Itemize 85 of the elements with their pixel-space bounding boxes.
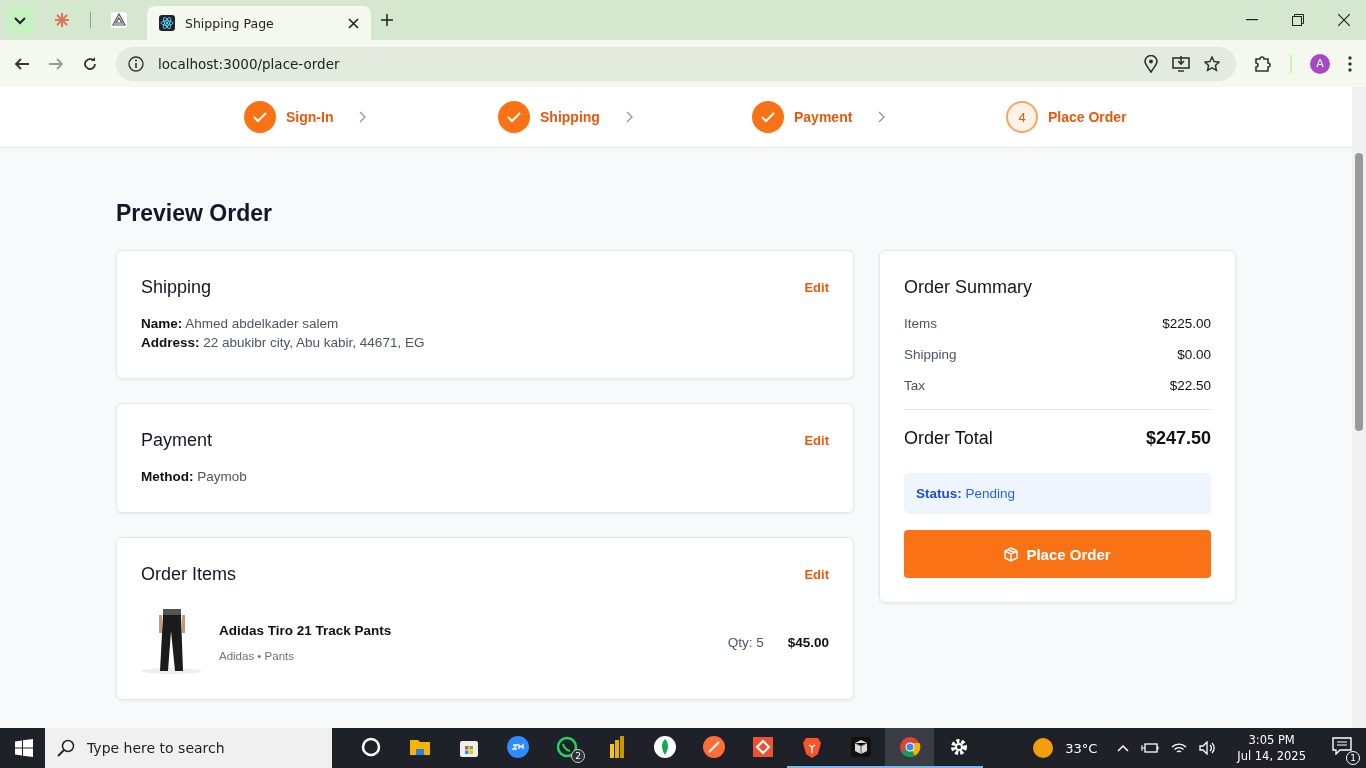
check-icon (761, 111, 775, 123)
chevron-right-icon (359, 111, 368, 123)
new-tab-icon[interactable] (381, 14, 393, 26)
page-title: Preview Order (116, 200, 273, 227)
taskbar-app[interactable] (885, 728, 934, 768)
browser-tab[interactable]: Shipping Page (147, 6, 371, 40)
card-title: Order Summary (904, 277, 1034, 298)
menu-icon[interactable] (1348, 55, 1352, 72)
detail-text: Address: 22 abukibr city, Abu kabir, 44671, EG (141, 335, 426, 350)
circle-icon (359, 736, 382, 758)
tab-search-icon[interactable] (6, 6, 34, 34)
summary-label: Items (904, 316, 937, 331)
chrome-icon (898, 736, 921, 758)
taskbar-search-box[interactable]: Type here to search (45, 728, 332, 768)
search-icon (57, 739, 75, 757)
step-label[interactable]: Payment (794, 109, 853, 125)
lion-icon (800, 736, 823, 758)
close-icon[interactable] (348, 17, 359, 29)
total-label: Order Total (904, 428, 993, 449)
scrollbar-thumb[interactable] (1355, 153, 1363, 431)
atom-icon (159, 15, 175, 31)
install-icon[interactable] (1172, 55, 1190, 72)
clock-date[interactable]: Jul 14, 2025 (1237, 749, 1306, 763)
forward-icon[interactable] (48, 55, 64, 72)
step-label[interactable]: Place Order (1048, 109, 1127, 125)
leaf-icon (653, 736, 676, 758)
notification-icon[interactable] (1332, 737, 1352, 755)
summary-label: Shipping (904, 347, 957, 362)
sun-icon (1033, 738, 1054, 758)
restore-icon[interactable] (1292, 14, 1304, 26)
detail-text: Name: Ahmed abdelkader salem (141, 316, 340, 331)
summary-value: $0.00 (1177, 347, 1211, 362)
status-banner: Status: Pending (904, 473, 1211, 514)
edit-link[interactable]: Edit (804, 280, 829, 295)
item-price: $45.00 (787, 634, 829, 650)
zoom-icon (506, 736, 529, 758)
place-order-button[interactable]: Place Order (904, 530, 1211, 578)
chat-bubble-icon (555, 736, 578, 758)
step-number-circle: 4 (1006, 101, 1038, 133)
edit-link[interactable]: Edit (804, 433, 829, 448)
card-title: Payment (141, 430, 213, 451)
item-name[interactable]: Adidas Tiro 21 Track Pants (219, 622, 392, 638)
card-title: Shipping (141, 277, 212, 298)
unread-count-badge: 2 (571, 749, 585, 763)
summary-label: Tax (904, 378, 925, 393)
detail-text: Method: Paymob (141, 469, 248, 484)
battery-icon[interactable] (1141, 742, 1160, 754)
profile-avatar[interactable]: A (1310, 53, 1330, 74)
taskbar-search-field[interactable]: Type here to search (85, 739, 305, 757)
edit-link[interactable]: Edit (804, 567, 829, 582)
box-icon (1004, 546, 1019, 562)
taskbar-app[interactable]: 2 (542, 728, 591, 768)
temperature-text: 33°C (1065, 740, 1098, 756)
step-label[interactable]: Sign-In (286, 109, 334, 125)
check-icon (253, 111, 267, 123)
chevron-up-icon[interactable] (1117, 744, 1130, 752)
info-icon[interactable] (128, 55, 144, 72)
windows-start-icon[interactable] (15, 739, 33, 757)
check-icon (507, 111, 521, 123)
item-quantity: Qty: 5 (727, 634, 764, 650)
step-label[interactable]: Shipping (540, 109, 600, 125)
wifi-icon[interactable] (1171, 741, 1188, 755)
scrollbar[interactable] (1352, 87, 1366, 728)
speaker-icon[interactable] (1199, 741, 1218, 755)
back-icon[interactable] (14, 55, 30, 72)
clock-time[interactable]: 3:05 PM (1248, 733, 1295, 747)
notification-count: 1 (1346, 751, 1360, 765)
minimize-icon[interactable] (1246, 19, 1258, 21)
cube-icon (849, 736, 872, 758)
total-value: $247.50 (1145, 428, 1211, 449)
url-text: localhost:3000/place-order (158, 55, 340, 72)
card-title: Order Items (141, 564, 237, 585)
summary-value: $22.50 (1169, 378, 1211, 393)
location-pin-icon[interactable] (1144, 54, 1158, 73)
address-bar[interactable]: localhost:3000/place-order (116, 46, 1236, 81)
triangle-logo-icon (111, 12, 127, 28)
puzzle-icon[interactable] (1254, 54, 1272, 73)
close-icon[interactable] (1338, 14, 1350, 26)
chevron-right-icon (625, 111, 634, 123)
item-meta: Adidas • Pants (219, 649, 295, 662)
chevron-right-icon (878, 111, 887, 123)
summary-value: $225.00 (1162, 316, 1211, 331)
star-icon[interactable] (1204, 55, 1220, 72)
sunburst-icon (54, 12, 70, 28)
reload-icon[interactable] (82, 55, 98, 72)
